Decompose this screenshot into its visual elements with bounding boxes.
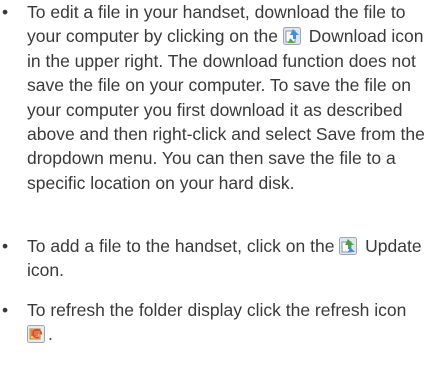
list-item-1-after: Download icon in the upper right. The do… <box>27 26 425 193</box>
list-item-2-text: To add a file to the handset, click on t… <box>27 234 432 283</box>
refresh-icon[interactable] <box>27 325 45 344</box>
update-icon[interactable] <box>339 237 358 255</box>
document-page: • To edit a file in your handset, downlo… <box>0 0 432 372</box>
bullet-3: • <box>2 300 9 320</box>
list-item-2-before: To add a file to the handset, click on t… <box>27 236 335 256</box>
list-item-3-before: To refresh the folder display click the … <box>27 300 407 320</box>
list-item-1-text: To edit a file in your handset, download… <box>27 0 432 195</box>
list-item-3-text: To refresh the folder display click the … <box>27 298 432 347</box>
download-icon[interactable] <box>282 27 301 46</box>
list-item-3-after: . <box>48 324 53 345</box>
bullet-2: • <box>2 236 9 256</box>
bullet-1: • <box>2 2 9 22</box>
